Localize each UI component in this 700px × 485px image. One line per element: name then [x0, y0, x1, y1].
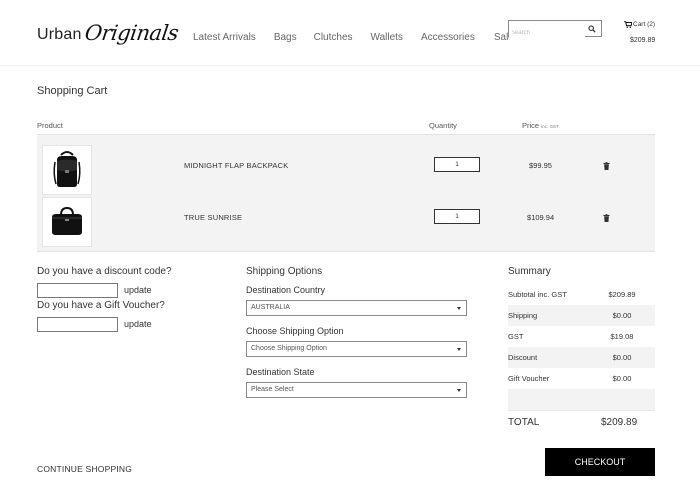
product-name[interactable]: TRUE SUNRISE — [184, 213, 242, 222]
column-quantity: Quantity — [429, 121, 457, 130]
summary-row-gift-voucher: Gift Voucher $0.00 — [508, 368, 655, 389]
trash-icon[interactable] — [603, 214, 610, 222]
cart-icon — [624, 21, 632, 28]
handbag-image — [52, 206, 82, 235]
summary-label: Discount — [508, 353, 538, 362]
summary-row-gst: GST $19.08 — [508, 326, 655, 347]
nav-latest-arrivals[interactable]: Latest Arrivals — [193, 32, 256, 43]
country-select-value: AUSTRALIA — [251, 304, 290, 311]
logo-text: Urban — [37, 26, 82, 43]
column-product: Product — [37, 121, 63, 130]
summary-value: $209.89 — [608, 290, 636, 299]
summary-label: GST — [508, 332, 524, 341]
product-thumbnail[interactable] — [42, 197, 92, 247]
summary-row-spacer — [508, 389, 655, 410]
site-header: Urban Originals Latest Arrivals Bags Clu… — [0, 0, 700, 66]
summary-label: Shipping — [508, 311, 538, 320]
voucher-question: Do you have a Gift Voucher? — [37, 300, 165, 311]
discount-code-input[interactable] — [37, 283, 118, 298]
voucher-update-link[interactable]: update — [124, 319, 152, 329]
shipping-title: Shipping Options — [246, 266, 323, 277]
discount-question: Do you have a discount code? — [37, 266, 172, 277]
chevron-down-icon — [457, 389, 461, 392]
column-price: Price inc. GST — [522, 121, 559, 130]
total-label: TOTAL — [508, 417, 540, 428]
nav-wallets[interactable]: Wallets — [371, 32, 403, 43]
cart-link[interactable]: Cart (2) — [624, 21, 655, 28]
summary-row-shipping: Shipping $0.00 — [508, 305, 655, 326]
summary-title: Summary — [508, 266, 551, 277]
column-price-note: inc. GST — [541, 124, 559, 129]
summary-value: $0.00 — [612, 311, 632, 320]
state-select[interactable]: Please Select — [246, 382, 467, 398]
main-nav: Latest Arrivals Bags Clutches Wallets Ac… — [193, 32, 514, 43]
gift-voucher-input[interactable] — [37, 317, 118, 332]
chevron-down-icon — [457, 348, 461, 351]
divider — [508, 410, 655, 411]
summary-value: $0.00 — [612, 353, 632, 362]
country-select[interactable]: AUSTRALIA — [246, 300, 467, 316]
summary-row-subtotal: Subtotal inc. GST $209.89 — [508, 284, 655, 305]
table-row: MIDNIGHT FLAP BACKPACK 1 $99.95 — [37, 135, 655, 195]
state-select-value: Please Select — [251, 386, 294, 393]
summary-value: $19.08 — [610, 332, 634, 341]
page-title: Shopping Cart — [37, 85, 108, 97]
search-box — [508, 20, 602, 41]
state-label: Destination State — [246, 367, 315, 377]
summary-value: $0.00 — [612, 374, 632, 383]
quantity-input[interactable]: 1 — [434, 209, 480, 224]
chevron-down-icon — [457, 307, 461, 310]
cart-total: $209.89 — [630, 37, 656, 44]
nav-bags[interactable]: Bags — [274, 32, 297, 43]
cart-count-label: Cart (2) — [633, 21, 656, 28]
shipping-option-label: Choose Shipping Option — [246, 326, 344, 336]
logo[interactable]: Urban Originals — [37, 12, 180, 46]
quantity-input[interactable]: 1 — [434, 157, 480, 172]
nav-accessories[interactable]: Accessories — [421, 32, 475, 43]
shipping-option-select[interactable]: Choose Shipping Option — [246, 341, 467, 357]
continue-shopping-link[interactable]: CONTINUE SHOPPING — [37, 464, 132, 474]
product-price: $109.94 — [527, 213, 555, 222]
shipping-option-select-value: Choose Shipping Option — [251, 345, 327, 352]
search-icon[interactable] — [588, 25, 596, 33]
country-label: Destination Country — [246, 285, 326, 295]
cart-table: MIDNIGHT FLAP BACKPACK 1 $99.95 TRUE SUN… — [37, 134, 655, 252]
logo-script-text: Originals — [82, 21, 180, 45]
product-name[interactable]: MIDNIGHT FLAP BACKPACK — [184, 161, 288, 170]
checkout-button[interactable]: CHECKOUT — [545, 448, 655, 476]
product-price: $99.95 — [529, 161, 552, 170]
nav-clutches[interactable]: Clutches — [314, 32, 353, 43]
column-price-label: Price — [522, 121, 540, 130]
table-row: TRUE SUNRISE 1 $109.94 — [37, 187, 655, 247]
search-input[interactable] — [509, 25, 585, 41]
summary-label: Gift Voucher — [508, 374, 550, 383]
trash-icon[interactable] — [603, 162, 610, 170]
summary-row-discount: Discount $0.00 — [508, 347, 655, 368]
summary-label: Subtotal inc. GST — [508, 290, 567, 299]
discount-update-link[interactable]: update — [124, 285, 152, 295]
total-value: $209.89 — [601, 417, 638, 428]
